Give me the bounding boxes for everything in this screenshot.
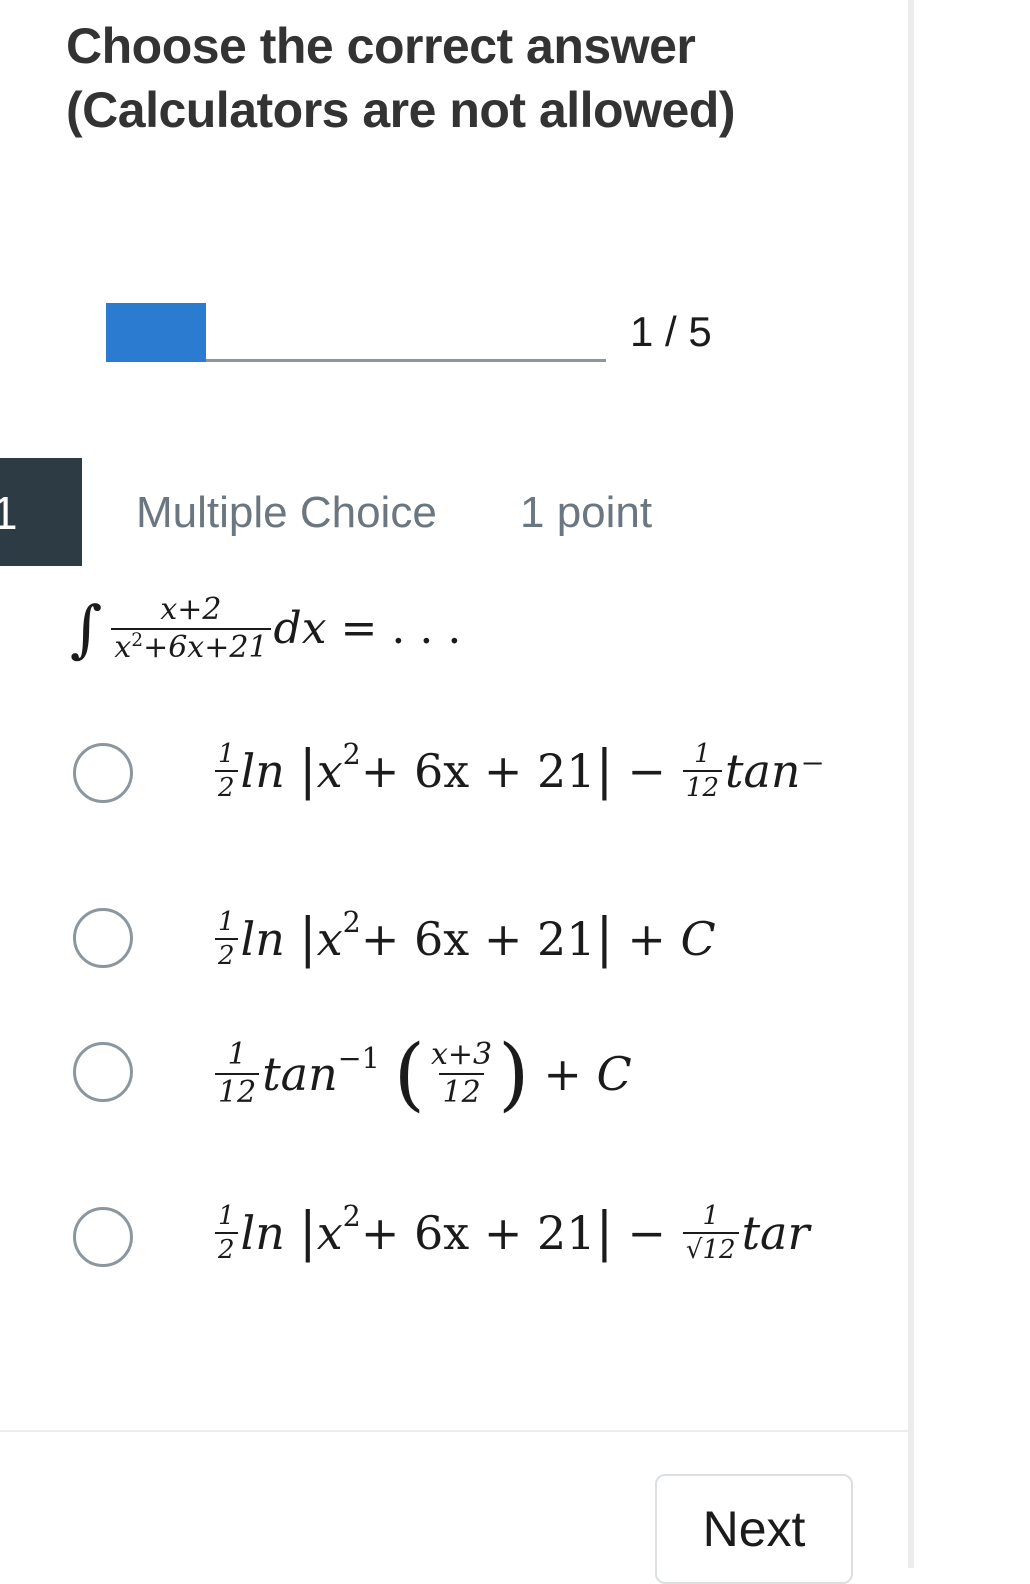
polynomial-rest: + 6x + 21 <box>360 1205 596 1260</box>
denominator-exponent: 2 <box>131 630 144 652</box>
fraction: 1 √12 <box>682 1202 739 1263</box>
abs-bar-open: | <box>298 908 317 969</box>
question-number-badge: 1 <box>0 458 82 566</box>
variable: x <box>316 743 343 798</box>
fraction-numerator: 1 <box>694 740 711 769</box>
question-number: 1 <box>0 487 18 539</box>
arctan-truncated: tan⁻ <box>725 743 825 798</box>
choice-c-expression: 1 12 tan −1 ( x+3 12 ) + C <box>212 1034 967 1114</box>
denominator-base: x <box>114 629 132 665</box>
arctan-truncated: tar <box>741 1205 810 1260</box>
footer-divider <box>0 1430 910 1432</box>
integral-sign: ∫ <box>70 592 103 665</box>
question-points: 1 point <box>520 488 653 537</box>
choice-d-expression: 12 ln | x 2 + 6x + 21 | − 1 √12 tar <box>212 1202 967 1263</box>
title-line-1: Choose the correct answer <box>66 18 696 74</box>
variable: x <box>316 911 343 966</box>
exponent: 2 <box>342 740 361 772</box>
equals-ellipsis: = . . . <box>340 603 462 654</box>
integrand-numerator: x+2 <box>160 591 222 627</box>
fraction-denominator: 12 <box>215 1073 260 1108</box>
tan-function: tan <box>262 1047 338 1101</box>
fraction-denominator: 12 <box>682 769 722 801</box>
choice-a[interactable]: 12 ln | x 2 + 6x + 21 | − 1 12 tan⁻ <box>0 740 910 860</box>
abs-bar-close: | <box>595 908 614 969</box>
constant-term: + C <box>627 911 716 966</box>
choice-c[interactable]: 1 12 tan −1 ( x+3 12 ) + C <box>0 1030 910 1150</box>
denominator-rest: +6x+21 <box>143 629 268 665</box>
fraction-numerator: 1 <box>218 740 235 769</box>
fraction-numerator: x+3 <box>431 1037 493 1072</box>
fraction: x+3 12 <box>428 1040 495 1108</box>
choice-b-expression: 12 ln | x 2 + 6x + 21 | + C <box>212 908 967 969</box>
choice-d[interactable]: 12 ln | x 2 + 6x + 21 | − 1 √12 tar <box>0 1202 910 1322</box>
exponent: −1 <box>337 1041 380 1075</box>
minus-sign: − <box>627 743 666 798</box>
paren-close: ) <box>498 1034 530 1114</box>
paren-open: ( <box>393 1034 425 1114</box>
page-title: Choose the correct answer (Calculators a… <box>66 14 886 142</box>
title-line-2: (Calculators are not allowed) <box>66 82 735 138</box>
fraction-denominator: 12 <box>439 1073 484 1108</box>
polynomial-rest: + 6x + 21 <box>360 911 596 966</box>
radio-button[interactable] <box>73 908 133 968</box>
minus-sign: − <box>627 1205 666 1260</box>
fraction-numerator: 1 <box>227 1037 247 1072</box>
abs-bar-close: | <box>595 1202 614 1263</box>
abs-bar-close: | <box>595 740 614 801</box>
fraction-denominator: 2 <box>215 937 238 969</box>
ln-function: ln <box>240 1205 285 1260</box>
fraction-numerator: 1 <box>218 1202 235 1231</box>
fraction-numerator: 1 <box>218 908 235 937</box>
fraction: 12 <box>215 741 238 801</box>
fraction-denominator: 2 <box>215 769 238 801</box>
progress-fill <box>106 303 206 362</box>
progress-counter: 1 / 5 <box>630 308 712 355</box>
choice-b[interactable]: 12 ln | x 2 + 6x + 21 | + C <box>0 886 910 1006</box>
constant-term: + C <box>543 1047 632 1101</box>
integrand-denominator: x2+6x+21 <box>111 627 271 665</box>
choice-a-expression: 12 ln | x 2 + 6x + 21 | − 1 12 tan⁻ <box>212 740 967 801</box>
fraction: 1 12 <box>682 740 722 801</box>
ln-function: ln <box>240 743 285 798</box>
exponent: 2 <box>342 908 361 940</box>
radio-button[interactable] <box>73 743 133 803</box>
fraction-denominator: 2 <box>215 1231 238 1263</box>
integrand-fraction: x+2 x2+6x+21 <box>111 591 271 665</box>
ln-function: ln <box>240 911 285 966</box>
differential: dx <box>273 603 327 654</box>
fraction: 12 <box>215 1203 238 1263</box>
radio-button[interactable] <box>73 1042 133 1102</box>
abs-bar-open: | <box>298 1202 317 1263</box>
exponent: 2 <box>342 1202 361 1234</box>
polynomial-rest: + 6x + 21 <box>360 743 596 798</box>
fraction: 1 12 <box>215 1037 260 1108</box>
fraction-denominator: √12 <box>682 1231 739 1263</box>
fraction-numerator: 1 <box>702 1202 719 1231</box>
radio-button[interactable] <box>73 1207 133 1267</box>
abs-bar-open: | <box>298 740 317 801</box>
fraction: 12 <box>215 909 238 969</box>
variable: x <box>316 1205 343 1260</box>
question-type: Multiple Choice <box>136 488 437 537</box>
question-prompt: ∫ x+2 x2+6x+21 dx = . . . <box>70 592 461 665</box>
